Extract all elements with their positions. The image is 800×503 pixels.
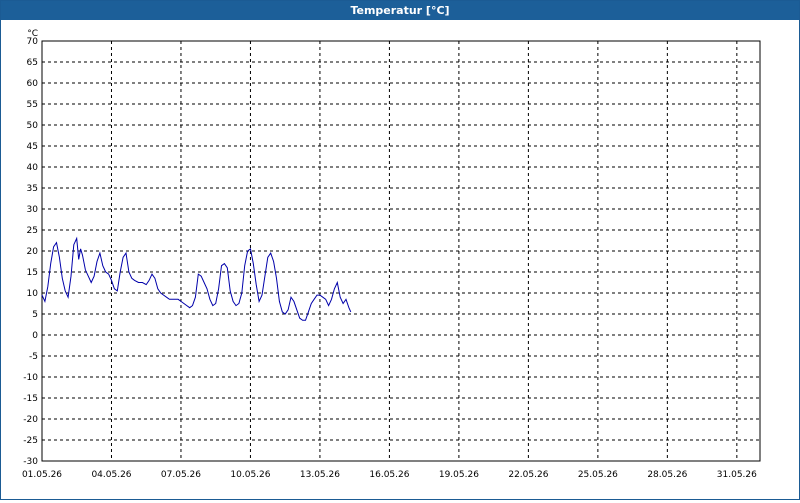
y-tick-label: 10 <box>27 289 39 299</box>
x-tick-label: 04.05.26 <box>91 470 131 480</box>
y-axis-unit-label: °C <box>27 29 38 39</box>
x-tick-label: 19.05.26 <box>439 470 479 480</box>
y-tick-label: 50 <box>27 121 39 131</box>
y-tick-label: 25 <box>27 226 38 236</box>
x-tick-label: 07.05.26 <box>161 470 201 480</box>
y-tick-label: 35 <box>27 184 38 194</box>
y-tick-label: 65 <box>27 58 38 68</box>
x-tick-label: 22.05.26 <box>508 470 548 480</box>
y-tick-label: -5 <box>29 352 38 362</box>
x-tick-label: 01.05.26 <box>22 470 62 480</box>
y-tick-label: -10 <box>23 373 38 383</box>
x-tick-label: 13.05.26 <box>300 470 340 480</box>
y-tick-label: -30 <box>23 457 38 467</box>
y-tick-label: 40 <box>27 163 39 173</box>
temperature-series-line <box>41 236 352 321</box>
y-tick-label: -15 <box>23 394 38 404</box>
y-tick-label: 30 <box>27 205 39 215</box>
y-tick-label: 45 <box>27 142 38 152</box>
plot-frame <box>41 40 761 462</box>
y-tick-label: 0 <box>32 331 38 341</box>
y-tick-label: 55 <box>27 100 38 110</box>
x-tick-label: 25.05.26 <box>578 470 618 480</box>
chart-window: Temperatur [°C] 70 65 60 55 50 45 40 35 30 25 20 15… <box>0 0 800 500</box>
temperature-chart: 7065605550454035302520151050-5-10-15-20-… <box>22 29 761 480</box>
x-tick-label: 10.05.26 <box>230 470 270 480</box>
x-tick-label: 28.05.26 <box>647 470 687 480</box>
window-title: Temperatur [°C] <box>1 1 799 20</box>
y-tick-label: -25 <box>23 436 38 446</box>
y-tick-label: 20 <box>27 247 39 257</box>
y-tick-label: 15 <box>27 268 38 278</box>
x-tick-label: 31.05.26 <box>717 470 757 480</box>
y-tick-label: 5 <box>32 310 38 320</box>
y-tick-label: -20 <box>23 415 38 425</box>
chart-area: 70 65 60 55 50 45 40 35 30 25 20 15 10 5 0 -5 -10 -15 -20-… <box>1 21 799 499</box>
y-tick-label: 60 <box>27 79 39 89</box>
x-tick-label: 16.05.26 <box>369 470 409 480</box>
